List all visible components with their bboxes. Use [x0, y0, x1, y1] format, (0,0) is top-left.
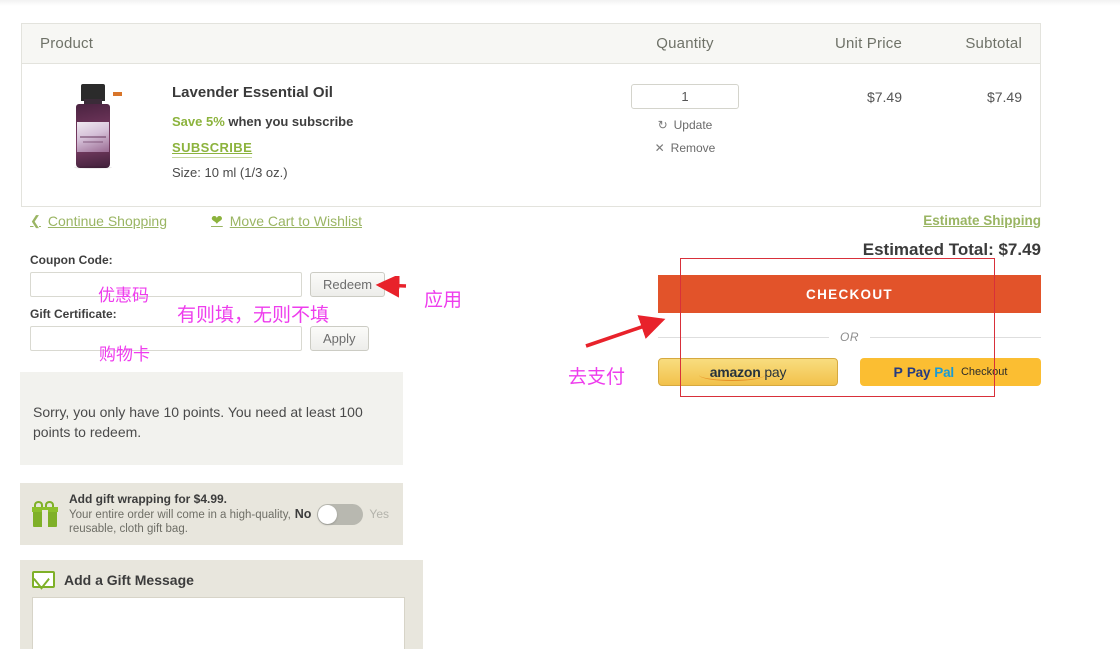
redeem-button[interactable]: Redeem [310, 272, 386, 297]
page-top-strip [0, 0, 1120, 6]
column-header-unit-price: Unit Price [834, 35, 902, 52]
cart-table-header: Product Quantity Unit Price Subtotal [22, 24, 1040, 64]
product-info: Lavender Essential Oil Save 5% when you … [172, 82, 353, 180]
continue-shopping-label: Continue Shopping [47, 212, 168, 229]
cart-table: Product Quantity Unit Price Subtotal Lav… [21, 23, 1041, 207]
envelope-icon [32, 571, 55, 588]
gift-wrapping-title: Add gift wrapping for $4.99. [69, 492, 228, 506]
product-thumbnail-lavender-oil-bottle[interactable] [62, 84, 124, 170]
paypal-checkout-button[interactable]: P Pay Pal Checkout [860, 358, 1041, 386]
estimate-shipping-link[interactable]: Estimate Shipping [923, 213, 1041, 228]
cart-links-row: ❮ Continue Shopping ❤ Move Cart to Wishl… [30, 212, 1041, 229]
product-title[interactable]: Lavender Essential Oil [172, 84, 353, 101]
toggle-on-label: Yes [369, 507, 389, 521]
save-percent: Save 5% [172, 114, 225, 129]
or-divider: OR [658, 330, 1041, 344]
table-row: Lavender Essential Oil Save 5% when you … [22, 64, 1040, 206]
estimated-total: Estimated Total: $7.49 [862, 240, 1041, 259]
apply-button[interactable]: Apply [310, 326, 369, 351]
column-header-quantity: Quantity [656, 35, 714, 52]
quantity-input[interactable] [631, 84, 739, 109]
checkout-panel: Estimated Total: $7.49 CHECKOUT OR amazo… [658, 240, 1041, 386]
remove-item-button[interactable]: ✕ Remove [596, 141, 774, 155]
gift-message-title: Add a Gift Message [64, 571, 194, 588]
save-rest: when you subscribe [224, 114, 354, 129]
column-header-product: Product [40, 35, 94, 52]
paypal-suffix: Checkout [960, 366, 1008, 378]
cart-page: Product Quantity Unit Price Subtotal Lav… [0, 0, 1120, 649]
move-to-wishlist-label: Move Cart to Wishlist [229, 212, 362, 229]
gift-wrapping-box: Add gift wrapping for $4.99. Your entire… [20, 483, 403, 545]
close-x-icon: ✕ [654, 141, 665, 155]
column-header-subtotal: Subtotal [965, 35, 1022, 52]
gift-certificate-label: Gift Certificate: [30, 307, 117, 321]
product-size: Size: 10 ml (1/3 oz.) [172, 165, 288, 180]
update-label: Update [673, 118, 713, 132]
toggle-off-label: No [294, 507, 312, 521]
gift-message-box: Add a Gift Message [20, 560, 423, 649]
amazon-smile-icon [699, 375, 765, 381]
or-label: OR [840, 330, 859, 344]
coupon-block: Coupon Code: Redeem Gift Certificate: Ap… [30, 253, 410, 361]
toggle-knob [318, 504, 338, 524]
subscribe-link[interactable]: SUBSCRIBE [172, 140, 253, 158]
amazon-pay-word2: pay [764, 364, 787, 380]
coupon-code-input[interactable] [30, 272, 302, 297]
refresh-icon: ↻ [657, 118, 668, 132]
gift-wrapping-description: Your entire order will come in a high-qu… [69, 509, 291, 535]
gift-box-icon [32, 501, 58, 527]
points-message-box: Sorry, you only have 10 points. You need… [20, 372, 403, 465]
subtotal-value: $7.49 [986, 89, 1022, 105]
amazon-pay-button[interactable]: amazon pay [658, 358, 838, 386]
heart-icon: ❤ [211, 212, 223, 228]
product-cell: Lavender Essential Oil Save 5% when you … [40, 82, 596, 180]
remove-label: Remove [670, 141, 716, 155]
paypal-word1: Pay [906, 364, 931, 380]
checkout-button[interactable]: CHECKOUT [658, 275, 1041, 313]
annotation-apply-cn: 应用 [424, 289, 463, 311]
product-save-note: Save 5% when you subscribe [172, 114, 353, 129]
paypal-p-icon: P [893, 364, 903, 380]
gift-certificate-input[interactable] [30, 326, 302, 351]
annotation-go-pay-cn: 去支付 [568, 366, 626, 388]
chevron-left-icon: ❮ [30, 212, 41, 228]
coupon-code-label: Coupon Code: [30, 253, 113, 267]
continue-shopping-link[interactable]: ❮ Continue Shopping [30, 213, 167, 229]
gift-message-textarea[interactable] [32, 597, 405, 649]
unit-price-value: $7.49 [866, 89, 902, 105]
quantity-cell: ↻ Update ✕ Remove [596, 82, 774, 155]
points-message-text: Sorry, you only have 10 points. You need… [33, 404, 363, 440]
move-cart-to-wishlist-link[interactable]: ❤ Move Cart to Wishlist [211, 212, 362, 229]
gift-wrapping-toggle[interactable] [317, 503, 364, 525]
update-quantity-button[interactable]: ↻ Update [596, 118, 774, 132]
paypal-word2: Pal [934, 364, 954, 380]
